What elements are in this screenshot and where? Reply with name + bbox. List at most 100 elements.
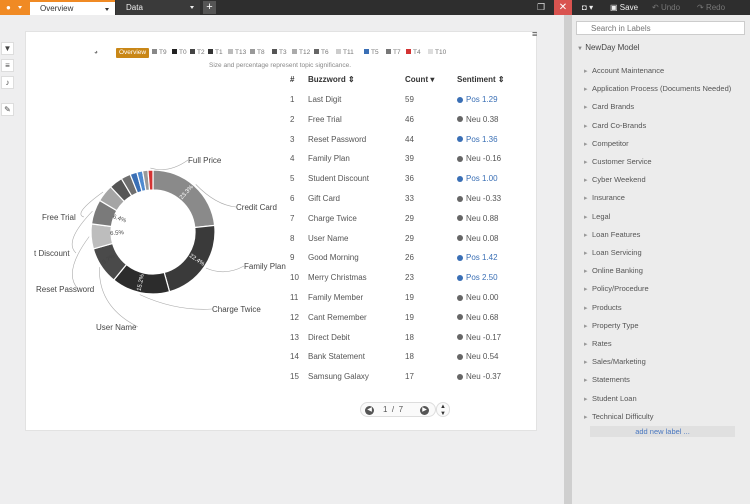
table-row[interactable]: 3 Reset Password 44 Pos 1.36 <box>284 134 509 146</box>
panel-splitter[interactable] <box>564 15 572 504</box>
header-count[interactable]: Count ▾ <box>405 74 434 86</box>
tree-item[interactable]: ▸ Products <box>584 303 622 312</box>
sentiment-value: Neu -0.37 <box>466 372 502 382</box>
legend-item-t0[interactable]: T0 <box>172 48 187 58</box>
row-number: 14 <box>290 352 299 362</box>
next-page-button[interactable]: ▶ <box>420 406 429 415</box>
sentiment-value: Pos 1.29 <box>466 95 498 104</box>
tree-item[interactable]: ▸ Card Co-Brands <box>584 121 646 130</box>
table-row[interactable]: 2 Free Trial 46 Neu 0.38 <box>284 114 509 126</box>
table-row[interactable]: 14 Bank Statement 18 Neu 0.54 <box>284 351 509 363</box>
slice-label: Reset Password <box>36 285 94 294</box>
legend-item-t4[interactable]: T4 <box>406 48 421 58</box>
table-row[interactable]: 10 Merry Christmas 23 Pos 2.50 <box>284 272 509 284</box>
table-row[interactable]: 7 Charge Twice 29 Neu 0.88 <box>284 213 509 225</box>
tab-overview[interactable]: Overview <box>30 0 115 15</box>
legend-label: T1 <box>215 49 223 56</box>
table-row[interactable]: 15 Samsung Galaxy 17 Neu -0.37 <box>284 371 509 383</box>
redo-button[interactable]: ↷ Redo <box>697 0 725 15</box>
tree-root-label: NewDay Model <box>585 43 640 52</box>
app-menu-button[interactable]: ● <box>0 0 30 15</box>
tab-data[interactable]: Data <box>116 0 200 15</box>
tree-item[interactable]: ▸ Property Type <box>584 321 639 330</box>
prev-page-button[interactable]: ◀ <box>365 406 374 415</box>
chevron-down-icon <box>190 6 194 9</box>
table-row[interactable]: 11 Family Member 19 Neu 0.00 <box>284 292 509 304</box>
bell-icon[interactable]: ♪ <box>1 76 14 89</box>
header-sentiment[interactable]: Sentiment ⇕ <box>457 74 505 86</box>
legend-item-t8[interactable]: T8 <box>250 48 265 58</box>
tree-item[interactable]: ▸ Technical Difficulty <box>584 412 654 421</box>
table-row[interactable]: 9 Good Morning 26 Pos 1.42 <box>284 252 509 264</box>
tree-item[interactable]: ▸ Insurance <box>584 193 625 202</box>
tree-item[interactable]: ▸ Sales/Marketing <box>584 357 646 366</box>
table-row[interactable]: 8 User Name 29 Neu 0.08 <box>284 233 509 245</box>
tree-item[interactable]: ▸ Customer Service <box>584 157 652 166</box>
tree-root[interactable]: ▼ NewDay Model <box>577 43 639 52</box>
sentiment-value: Pos 2.50 <box>466 273 498 283</box>
row-count: 29 <box>405 213 414 223</box>
filter-icon[interactable]: ▼ <box>1 42 14 55</box>
sentiment-icon <box>457 373 463 380</box>
chevron-right-icon: ▸ <box>584 322 588 330</box>
legend-label: T3 <box>279 49 287 56</box>
legend-swatch <box>336 49 341 54</box>
legend-item-t2[interactable]: T2 <box>190 48 205 58</box>
legend-item-t1[interactable]: T1 <box>208 48 223 58</box>
redo-label: Redo <box>705 3 726 12</box>
row-buzzword: Last Digit <box>308 95 342 104</box>
tree-item[interactable]: ▸ Loan Features <box>584 230 640 239</box>
table-row[interactable]: 4 Family Plan 39 Neu -0.16 <box>284 153 509 165</box>
row-sentiment: Neu 0.38 <box>457 114 498 126</box>
legend-item-t7[interactable]: T7 <box>386 48 401 58</box>
page-size-toggle[interactable]: ▲ ▼ <box>436 402 450 417</box>
hamburger-icon[interactable]: ≡ <box>532 29 537 39</box>
legend-item-t11[interactable]: T11 <box>336 48 354 58</box>
table-row[interactable]: 6 Gift Card 33 Neu -0.33 <box>284 193 509 205</box>
table-row[interactable]: 12 Cant Remember 19 Neu 0.68 <box>284 312 509 324</box>
tree-item[interactable]: ▸ Cyber Weekend <box>584 175 646 184</box>
tree-item[interactable]: ▸ Online Banking <box>584 266 643 275</box>
legend-item-t5[interactable]: T5 <box>364 48 379 58</box>
legend-swatch <box>250 49 255 54</box>
tree-item[interactable]: ▸ Legal <box>584 212 610 221</box>
tree-item[interactable]: ▸ Statements <box>584 375 630 384</box>
undo-button[interactable]: ↶ Undo <box>652 0 680 15</box>
row-buzzword: Bank Statement <box>308 352 365 362</box>
database-icon[interactable]: ≡ <box>1 59 14 72</box>
table-row[interactable]: 13 Direct Debit 18 Neu -0.17 <box>284 332 509 344</box>
label-search-input[interactable] <box>576 21 745 35</box>
row-count: 46 <box>405 114 414 124</box>
header-buzzword[interactable]: Buzzword ⇕ <box>308 74 355 86</box>
legend-item-t6[interactable]: T6 <box>314 48 329 58</box>
tree-item[interactable]: ▸ Application Process (Documents Needed) <box>584 84 731 93</box>
row-number: 12 <box>290 312 299 322</box>
popout-icon[interactable]: ❐ <box>535 2 547 13</box>
tree-item[interactable]: ▸ Loan Servicing <box>584 248 642 257</box>
chevron-right-icon: ▸ <box>584 140 588 148</box>
table-row[interactable]: 5 Student Discount 36 Pos 1.00 <box>284 173 509 185</box>
legend-item-t13[interactable]: T13 <box>228 48 246 58</box>
legend-swatch <box>228 49 233 54</box>
legend-item-t10[interactable]: T10 <box>428 48 446 58</box>
chevron-right-icon: ▸ <box>584 195 588 203</box>
camera-button[interactable]: ◘ ▾ <box>582 0 593 15</box>
table-row[interactable]: 1 Last Digit 59 Pos 1.29 <box>284 94 509 106</box>
tree-item[interactable]: ▸ Student Loan <box>584 394 637 403</box>
close-button[interactable]: ✕ <box>554 0 572 15</box>
save-button[interactable]: ▣ Save <box>610 0 638 15</box>
legend-overview[interactable]: Overview <box>116 48 150 58</box>
add-tab-button[interactable]: + <box>203 1 216 14</box>
pencil-icon[interactable]: ✎ <box>1 103 14 116</box>
redo-icon: ↷ <box>697 3 704 12</box>
tree-item[interactable]: ▸ Competitor <box>584 139 629 148</box>
legend-item-t3[interactable]: T3 <box>272 48 287 58</box>
tree-item[interactable]: ▸ Card Brands <box>584 102 634 111</box>
add-label-button[interactable]: add new label ... <box>590 426 735 437</box>
tree-item[interactable]: ▸ Rates <box>584 339 612 348</box>
tree-item[interactable]: ▸ Policy/Procedure <box>584 284 649 293</box>
tree-item[interactable]: ▸ Account Maintenance <box>584 66 664 75</box>
legend-item-t9[interactable]: T9 <box>152 48 167 58</box>
tree-item-label: Products <box>592 302 622 312</box>
legend-item-t12[interactable]: T12 <box>292 48 310 58</box>
